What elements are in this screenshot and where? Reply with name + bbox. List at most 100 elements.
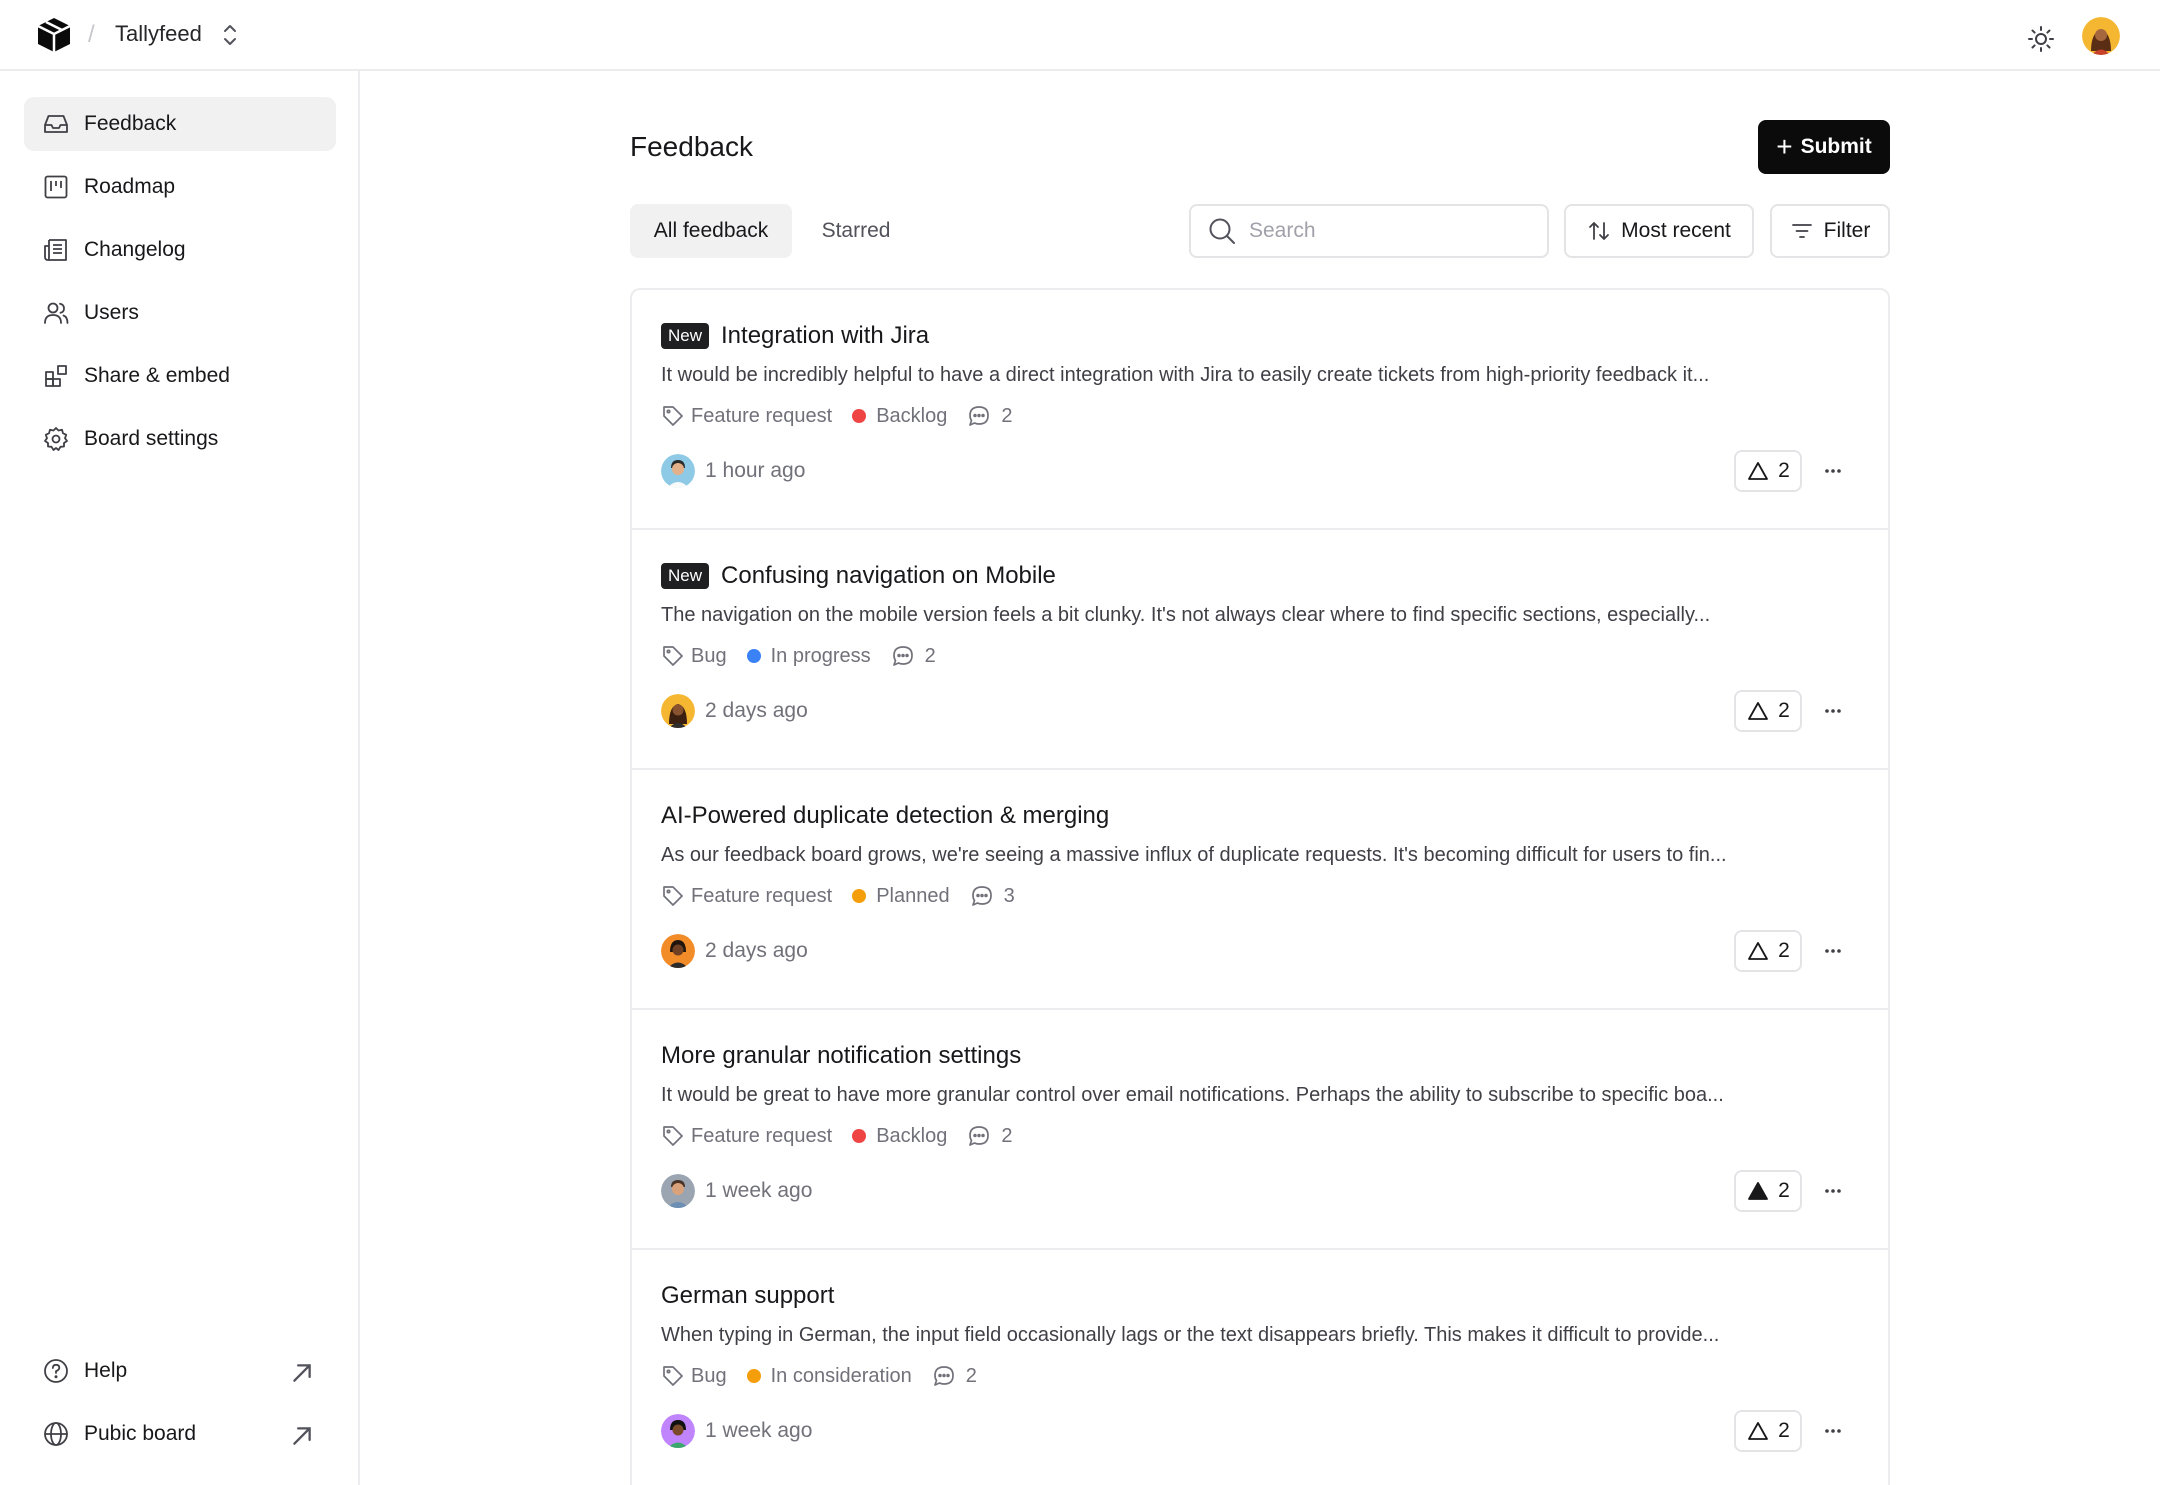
author-avatar <box>661 1174 695 1208</box>
comment-icon <box>933 1366 954 1386</box>
submit-button[interactable]: + Submit <box>1758 120 1890 174</box>
sidebar: Feedback Roadmap Changelog Users Share &… <box>0 71 360 1485</box>
inbox-icon <box>44 115 68 133</box>
author-avatar <box>661 1414 695 1448</box>
card-title-row: New Integration with Jira <box>661 322 929 350</box>
feedback-card[interactable]: AI-Powered duplicate detection & merging… <box>632 770 1888 1010</box>
tag-icon <box>663 1126 683 1146</box>
new-badge: New <box>661 563 710 589</box>
feedback-time: 1 week ago <box>705 1419 813 1442</box>
feedback-time: 1 hour ago <box>705 459 806 482</box>
feedback-title[interactable]: Integration with Jira <box>721 322 929 350</box>
more-options-button[interactable] <box>1816 694 1850 728</box>
more-horizontal-icon <box>1825 709 1841 713</box>
more-options-button[interactable] <box>1816 934 1850 968</box>
feedback-meta: Bug In consideration 2 <box>661 1364 977 1388</box>
newspaper-icon <box>44 239 67 261</box>
more-horizontal-icon <box>1825 469 1841 473</box>
search-icon <box>1209 218 1235 244</box>
workspace-name[interactable]: Tallyfeed <box>115 21 202 47</box>
tag-icon <box>663 1366 683 1386</box>
vote-count: 2 <box>1778 1419 1790 1442</box>
feedback-meta: Bug In progress 2 <box>661 644 936 668</box>
feedback-card[interactable]: New Confusing navigation on Mobile The n… <box>632 530 1888 770</box>
more-options-button[interactable] <box>1816 1414 1850 1448</box>
more-options-button[interactable] <box>1816 1174 1850 1208</box>
upvote-triangle-icon <box>1748 1422 1769 1440</box>
comment-count: 2 <box>1001 1124 1013 1147</box>
feedback-card[interactable]: New Integration with Jira It would be in… <box>632 290 1888 530</box>
breadcrumb-separator: / <box>88 21 95 48</box>
sidebar-item-label: Roadmap <box>84 175 176 198</box>
card-title-row: More granular notification settings <box>661 1042 1021 1070</box>
feedback-time: 2 days ago <box>705 699 808 722</box>
upvote-button[interactable]: 2 <box>1734 1410 1802 1452</box>
feedback-title[interactable]: AI-Powered duplicate detection & merging <box>661 802 1109 830</box>
comment-icon <box>969 1126 990 1146</box>
vote-count: 2 <box>1778 699 1790 722</box>
feedback-status: In consideration <box>770 1364 912 1387</box>
upvote-button[interactable]: 2 <box>1734 450 1802 492</box>
feedback-title[interactable]: German support <box>661 1282 834 1310</box>
filter-button[interactable]: Filter <box>1770 204 1890 258</box>
more-horizontal-icon <box>1825 1189 1841 1193</box>
vote-count: 2 <box>1778 1179 1790 1202</box>
sidebar-item-label: Users <box>84 301 139 324</box>
gear-icon <box>44 427 68 451</box>
feedback-title[interactable]: Confusing navigation on Mobile <box>721 562 1056 590</box>
kanban-icon <box>44 175 68 199</box>
sidebar-item-label: Pubic board <box>84 1422 197 1445</box>
sun-icon[interactable] <box>2022 20 2060 58</box>
upvote-button[interactable]: 2 <box>1734 930 1802 972</box>
feedback-tag: Bug <box>691 644 727 667</box>
feedback-status: Backlog <box>876 404 948 427</box>
new-badge: New <box>661 323 710 349</box>
feedback-title[interactable]: More granular notification settings <box>661 1042 1021 1070</box>
sidebar-item-users[interactable]: Users <box>24 286 336 340</box>
filter-lines-icon <box>1791 224 1812 238</box>
tab-all-feedback[interactable]: All feedback <box>630 204 792 258</box>
blocks-icon <box>45 365 67 387</box>
feedback-description: It would be great to have more granular … <box>661 1084 1724 1106</box>
feedback-description: It would be incredibly helpful to have a… <box>661 364 1710 386</box>
feedback-card[interactable]: German support When typing in German, th… <box>632 1250 1888 1485</box>
more-horizontal-icon <box>1825 949 1841 953</box>
tag-icon <box>663 886 683 906</box>
feedback-card[interactable]: More granular notification settings It w… <box>632 1010 1888 1250</box>
feedback-tag: Bug <box>691 1364 727 1387</box>
status-dot <box>852 1129 867 1143</box>
upvote-triangle-filled-icon <box>1748 1182 1769 1200</box>
upvote-triangle-icon <box>1748 702 1769 720</box>
sidebar-item-feedback[interactable]: Feedback <box>24 97 336 151</box>
sidebar-item-help[interactable]: Help <box>24 1344 336 1398</box>
card-title-row: AI-Powered duplicate detection & merging <box>661 802 1109 830</box>
more-options-button[interactable] <box>1816 454 1850 488</box>
status-dot <box>852 409 867 423</box>
tab-starred[interactable]: Starred <box>800 204 912 258</box>
tag-icon <box>663 646 683 666</box>
feedback-time: 1 week ago <box>705 1179 813 1202</box>
sidebar-item-public-board[interactable]: Pubic board <box>24 1407 336 1461</box>
user-avatar[interactable] <box>2082 17 2120 55</box>
comment-count: 2 <box>924 644 936 667</box>
sidebar-item-roadmap[interactable]: Roadmap <box>24 160 336 214</box>
vote-count: 2 <box>1778 459 1790 482</box>
box-logo-icon[interactable] <box>34 15 74 55</box>
chevron-up-down-icon[interactable] <box>218 22 242 48</box>
feedback-status: Backlog <box>876 1124 948 1147</box>
sidebar-item-changelog[interactable]: Changelog <box>24 223 336 277</box>
upvote-button[interactable]: 2 <box>1734 690 1802 732</box>
sort-button[interactable]: Most recent <box>1564 204 1754 258</box>
search-box <box>1189 204 1549 258</box>
sidebar-item-board-settings[interactable]: Board settings <box>24 412 336 466</box>
page-title: Feedback <box>630 131 753 162</box>
upvote-button-active[interactable]: 2 <box>1734 1170 1802 1212</box>
card-title-row: New Confusing navigation on Mobile <box>661 562 1056 590</box>
author-avatar <box>661 454 695 488</box>
globe-icon <box>44 1422 68 1446</box>
tag-icon <box>663 406 683 426</box>
comment-icon <box>892 646 913 666</box>
feedback-meta: Feature request Planned 3 <box>661 884 1015 908</box>
search-input[interactable] <box>1249 219 1529 243</box>
sidebar-item-share-embed[interactable]: Share & embed <box>24 349 336 403</box>
